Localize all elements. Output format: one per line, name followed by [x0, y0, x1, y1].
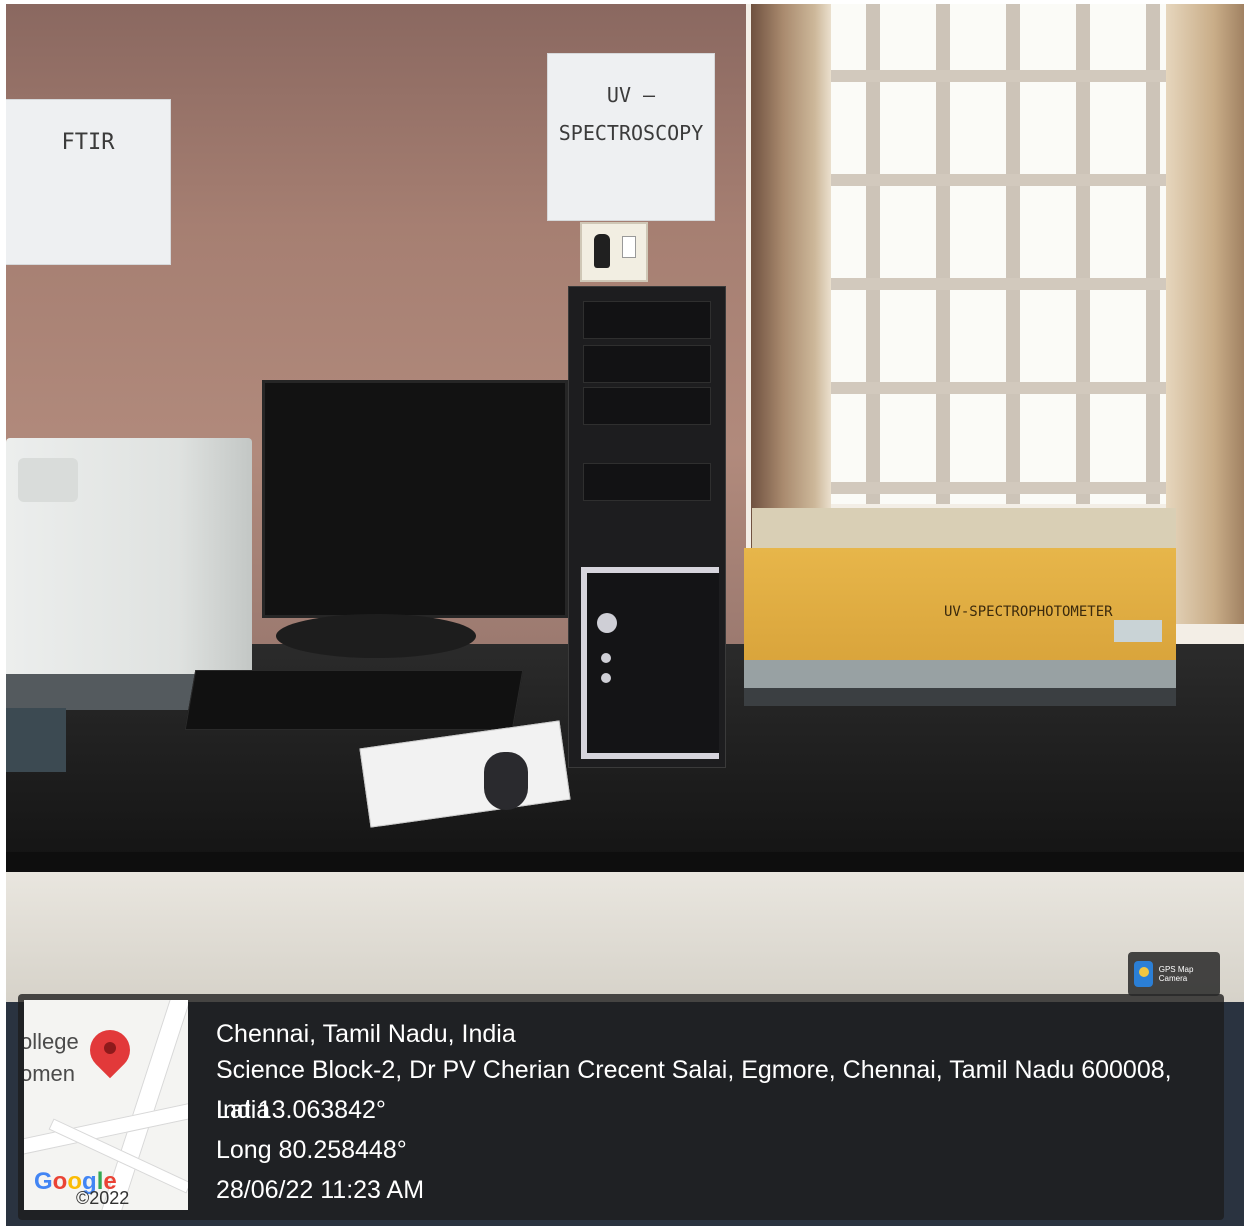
bench-front: [6, 872, 1244, 1002]
location-city: Chennai, Tamil Nadu, India: [216, 1020, 516, 1048]
google-logo-letter: G: [34, 1168, 53, 1195]
uv-spectroscopy-sign: UV – SPECTROSCOPY: [548, 54, 714, 220]
window-bar: [816, 174, 1176, 186]
uv-sign-line1: UV –: [606, 83, 656, 107]
spectro-foot: [744, 688, 1176, 706]
monitor-stand: [276, 614, 476, 658]
uv-spectrophotometer: UV-SPECTROPHOTOMETER: [744, 508, 1176, 706]
curtain-left: [751, 4, 831, 564]
window-bar: [816, 382, 1176, 394]
bench-edge: [6, 852, 1244, 872]
spectro-label: UV-SPECTROPHOTOMETER: [944, 604, 1113, 620]
window-bar: [816, 278, 1176, 290]
plug: [594, 234, 610, 268]
map-place-label: ollege omen: [24, 1029, 79, 1086]
socket-switch: [622, 236, 636, 258]
google-logo-letter: o: [52, 1168, 68, 1195]
gps-map-camera-badge: GPS Map Camera: [1128, 952, 1220, 996]
drive-bay: [583, 387, 711, 425]
window-bar: [816, 70, 1176, 82]
timestamp: 28/06/22 11:23 AM: [216, 1176, 425, 1204]
cpu-led: [601, 673, 611, 683]
map-pin-dot: [104, 1042, 116, 1054]
cpu-trim: [581, 567, 719, 759]
mouse: [484, 752, 528, 810]
power-button: [597, 613, 617, 633]
spectro-panel: [1114, 620, 1162, 642]
ftir-lower-unit: [6, 708, 66, 772]
uv-sign-line2: SPECTROSCOPY: [558, 121, 704, 145]
ftir-sign-text: FTIR: [61, 130, 115, 155]
cpu-tower: [568, 286, 726, 768]
map-thumbnail: ollege omen Google ©2022 Google: [24, 1000, 188, 1210]
map-copyright: ©2022 Google: [76, 1188, 134, 1210]
camera-app-name: GPS Map Camera: [1158, 965, 1194, 983]
window-bar: [816, 482, 1176, 494]
monitor: [262, 380, 568, 618]
gps-overlay: GPS Map Camera ollege omen Google ©2022 …: [18, 952, 1224, 1220]
latitude: Lat 13.063842°: [216, 1096, 386, 1124]
ftir-sign: FTIR: [6, 100, 170, 264]
cpu-led: [601, 653, 611, 663]
wall-socket: [580, 222, 648, 282]
drive-bay: [583, 345, 711, 383]
curtain-right: [1166, 4, 1244, 624]
spectro-stripe: [744, 660, 1176, 688]
gps-map-camera-icon: [1134, 961, 1153, 987]
longitude: Long 80.258448°: [216, 1136, 407, 1164]
drive-bay: [583, 301, 711, 339]
keyboard: [184, 670, 524, 730]
ftir-lid: [18, 458, 78, 502]
drive-bay: [583, 463, 711, 501]
